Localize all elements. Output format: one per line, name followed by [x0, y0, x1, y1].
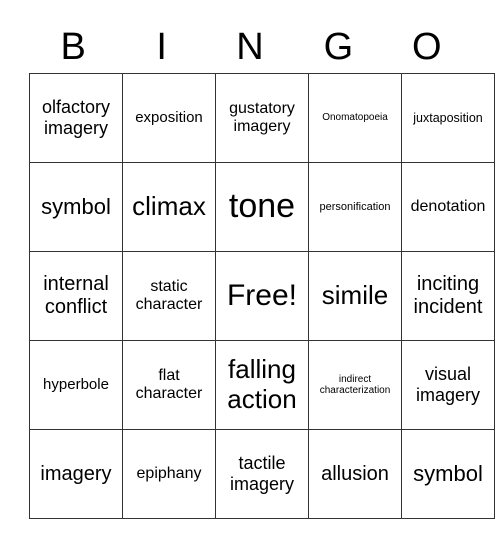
header-letter-g: G [323, 26, 354, 68]
bingo-cell[interactable]: flat character [122, 340, 216, 430]
bingo-cell[interactable]: climax [122, 162, 216, 252]
bingo-cell[interactable]: symbol [29, 162, 123, 252]
bingo-cell[interactable]: personification [308, 162, 402, 252]
bingo-cell[interactable]: olfactory imagery [29, 73, 123, 163]
bingo-cell[interactable]: gustatory imagery [215, 73, 309, 163]
bingo-cell[interactable]: indirect characterization [308, 340, 402, 430]
header-letter-n: N [236, 26, 264, 68]
bingo-cell[interactable]: visual imagery [401, 340, 495, 430]
grid-row: olfactory imagery exposition gustatory i… [29, 73, 495, 163]
bingo-cell[interactable]: tone [215, 162, 309, 252]
header-letter-o: O [412, 26, 442, 68]
bingo-cell[interactable]: imagery [29, 429, 123, 519]
grid-row: hyperbole flat character falling action … [29, 340, 495, 430]
bingo-cell[interactable]: symbol [401, 429, 495, 519]
bingo-header: B I N G O [29, 22, 471, 72]
bingo-cell[interactable]: denotation [401, 162, 495, 252]
free-space-cell[interactable]: Free! [215, 251, 309, 341]
bingo-cell[interactable]: allusion [308, 429, 402, 519]
header-letter-i: I [156, 26, 167, 68]
bingo-cell[interactable]: juxtaposition [401, 73, 495, 163]
grid-row: imagery epiphany tactile imagery allusio… [29, 429, 495, 519]
bingo-cell[interactable]: inciting incident [401, 251, 495, 341]
bingo-cell[interactable]: tactile imagery [215, 429, 309, 519]
bingo-cell[interactable]: epiphany [122, 429, 216, 519]
bingo-cell[interactable]: internal conflict [29, 251, 123, 341]
bingo-cell[interactable]: static character [122, 251, 216, 341]
bingo-cell[interactable]: simile [308, 251, 402, 341]
header-letter-b: B [60, 26, 86, 68]
grid-row: symbol climax tone personification denot… [29, 162, 495, 252]
bingo-grid: olfactory imagery exposition gustatory i… [29, 73, 495, 519]
bingo-cell[interactable]: Onomatopoeia [308, 73, 402, 163]
bingo-cell[interactable]: falling action [215, 340, 309, 430]
grid-row: internal conflict static character Free!… [29, 251, 495, 341]
bingo-cell[interactable]: hyperbole [29, 340, 123, 430]
bingo-cell[interactable]: exposition [122, 73, 216, 163]
